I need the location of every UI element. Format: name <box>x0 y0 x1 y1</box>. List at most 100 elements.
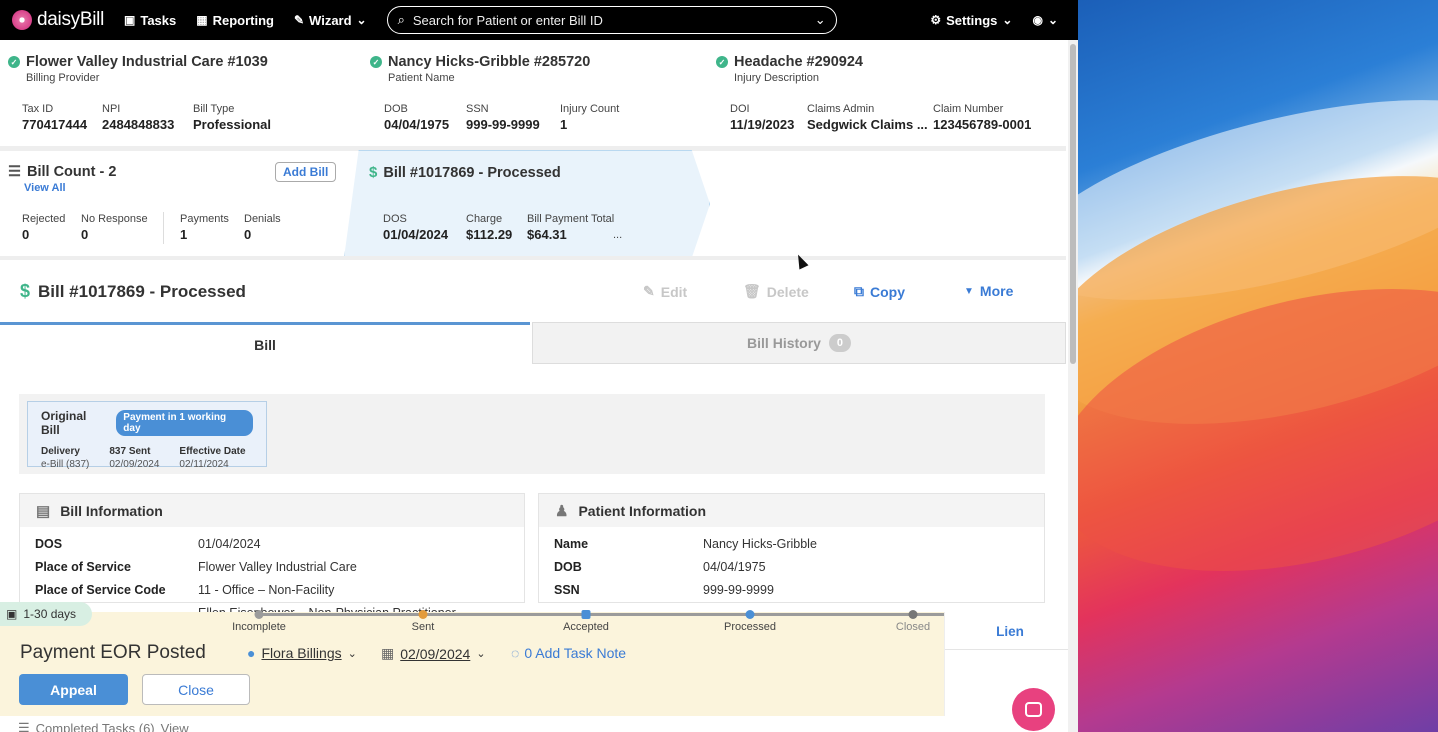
panel-title: Patient Information <box>578 502 707 519</box>
divider <box>945 649 1078 650</box>
user-circle-icon: ◉ <box>1032 13 1043 27</box>
bill-dos: DOS 01/04/2024 <box>383 213 449 242</box>
chevron-down-icon: ⌄ <box>347 647 357 660</box>
delete-button[interactable]: 🗑︎ Delete <box>743 283 809 300</box>
trash-icon: 🗑︎ <box>743 283 761 299</box>
injury-doi: DOI 11/19/2023 <box>730 103 795 132</box>
tab-bill-history[interactable]: Bill History 0 <box>532 322 1066 364</box>
step-closed: Closed <box>895 621 931 633</box>
check-circle-icon: ✓ <box>370 56 382 68</box>
table-row: DOS 01/04/2024 <box>35 537 261 551</box>
table-row: SSN 999-99-9999 <box>554 583 774 597</box>
days-badge: ▣ 1-30 days <box>0 602 93 626</box>
nav-settings[interactable]: ⚙ Settings ⌄ <box>930 13 1012 28</box>
step-sent: Sent <box>411 621 435 633</box>
step-processed-dot <box>745 610 755 619</box>
chat-icon <box>1025 702 1042 717</box>
original-bill-section: Original Bill Payment in 1 working day De… <box>19 394 1045 474</box>
table-row: DOB 04/04/1975 <box>554 560 766 574</box>
delivery-col: Delivery e-Bill (837) <box>41 446 90 470</box>
table-row: Name Nancy Hicks-Gribble <box>554 537 817 551</box>
invoice-icon: ▤ <box>36 502 51 520</box>
step-incomplete: Incomplete <box>232 621 286 633</box>
nav-tasks-label: Tasks <box>140 12 177 28</box>
more-button[interactable]: ▼ More <box>964 283 1013 299</box>
scrollbar-thumb[interactable] <box>1070 44 1076 364</box>
patient-card[interactable]: ✓ Nancy Hicks-Gribble #285720 Patient Nam… <box>370 54 690 144</box>
bill-ellipsis: ... <box>613 229 623 241</box>
add-bill-button[interactable]: Add Bill <box>275 162 337 182</box>
step-accepted-dot <box>581 610 591 619</box>
step-processed: Processed <box>724 621 776 633</box>
provider-card[interactable]: ✓ Flower Valley Industrial Care #1039 Bil… <box>8 54 348 144</box>
count-denials: Denials 0 <box>244 213 281 242</box>
step-closed-dot <box>908 610 918 619</box>
chat-button[interactable] <box>1012 688 1055 731</box>
step-sent-dot <box>418 610 428 619</box>
chart-icon: ▦ <box>196 13 208 27</box>
wand-icon: ✎ <box>293 13 305 27</box>
provider-taxid: Tax ID 770417444 <box>22 103 88 132</box>
completed-tasks[interactable]: ☰ Completed Tasks (6) View <box>18 720 189 732</box>
panel-title: Bill Information <box>60 502 163 519</box>
divider <box>163 212 164 244</box>
provider-title: Flower Valley Industrial Care #1039 <box>26 54 268 70</box>
sent-col: 837 Sent 02/09/2024 <box>109 446 160 470</box>
injury-subtitle: Injury Description <box>734 72 819 84</box>
bill-payment-total: Bill Payment Total $64.31 <box>527 213 615 242</box>
patient-title: Nancy Hicks-Gribble #285720 <box>388 54 591 70</box>
close-button[interactable]: Close <box>142 674 250 705</box>
chevron-down-icon[interactable]: ⌄ <box>815 12 826 28</box>
effective-date-col: Effective Date 02/11/2024 <box>179 446 246 470</box>
lien-tab[interactable]: Lien <box>945 624 1075 639</box>
page-title: $ Bill #1017869 - Processed <box>20 281 246 302</box>
daisy-logo-icon <box>12 10 32 30</box>
add-task-note-link[interactable]: ◌ 0 Add Task Note <box>511 645 626 661</box>
logo[interactable]: daisyBill <box>12 9 104 31</box>
provider-npi: NPI 2484848833 <box>102 103 175 132</box>
account-menu[interactable]: ◉ ⌄ <box>1032 13 1058 27</box>
patient-information-panel: ♟ Patient Information Name Nancy Hicks-Gri… <box>538 493 1045 603</box>
workflow-status: Payment EOR Posted <box>20 642 206 663</box>
due-date-select[interactable]: ▦ 02/09/2024 ⌄ <box>381 645 486 662</box>
pencil-icon: ✎ <box>643 283 655 299</box>
patient-ssn: SSN 999-99-9999 <box>466 103 540 132</box>
original-bill-card[interactable]: Original Bill Payment in 1 working day De… <box>27 401 267 470</box>
status-badge: Payment in 1 working day <box>116 410 253 436</box>
bill-count-title: Bill Count - 2 <box>27 164 117 180</box>
comment-icon: ◌ <box>511 645 520 661</box>
desktop-wallpaper <box>1078 0 1438 732</box>
search-input[interactable] <box>412 12 807 28</box>
workflow-bar: Incomplete Sent Accepted Processed Close… <box>0 602 1078 716</box>
view-all-link[interactable]: View All <box>24 182 338 194</box>
check-circle-icon: ✓ <box>716 56 728 68</box>
scrollbar[interactable] <box>1068 40 1078 732</box>
table-row: Place of Service Code 11 - Office – Non-F… <box>35 583 335 597</box>
tab-bill[interactable]: Bill <box>0 322 530 364</box>
dollar-icon: $ <box>369 164 378 181</box>
copy-button[interactable]: ⧉ Copy <box>854 283 905 300</box>
search-bar[interactable]: ⌕ ⌄ <box>386 6 837 34</box>
check-circle-icon: ✓ <box>8 56 20 68</box>
step-incomplete-dot <box>254 610 264 619</box>
count-no-response: No Response 0 <box>81 213 148 242</box>
chevron-down-icon: ⌄ <box>356 13 367 27</box>
nav-tasks[interactable]: ▣ Tasks <box>124 13 176 28</box>
gear-icon: ⚙ <box>930 13 942 27</box>
copy-icon: ⧉ <box>854 283 864 299</box>
nav-reporting-label: Reporting <box>212 12 274 28</box>
step-accepted: Accepted <box>563 621 609 633</box>
nav-reporting[interactable]: ▦ Reporting <box>196 13 274 28</box>
caret-down-icon: ▼ <box>964 285 974 297</box>
calendar-icon: ▦ <box>381 645 395 661</box>
nav-wizard[interactable]: ✎ Wizard ⌄ <box>294 13 367 28</box>
bill-title-text: Bill #1017869 - Processed <box>38 281 246 301</box>
injury-card[interactable]: ✓ Headache #290924 Injury Description DOI… <box>716 54 1056 144</box>
appeal-button[interactable]: Appeal <box>19 674 128 705</box>
assignee-select[interactable]: ● Flora Billings ⌄ <box>247 645 357 661</box>
edit-button[interactable]: ✎ Edit <box>643 283 687 300</box>
top-nav: daisyBill ▣ Tasks ▦ Reporting ✎ Wizard ⌄… <box>0 0 1078 40</box>
history-count-badge: 0 <box>828 334 851 352</box>
chevron-down-icon: ⌄ <box>1002 13 1013 27</box>
bill-charge: Charge $112.29 <box>466 213 513 242</box>
